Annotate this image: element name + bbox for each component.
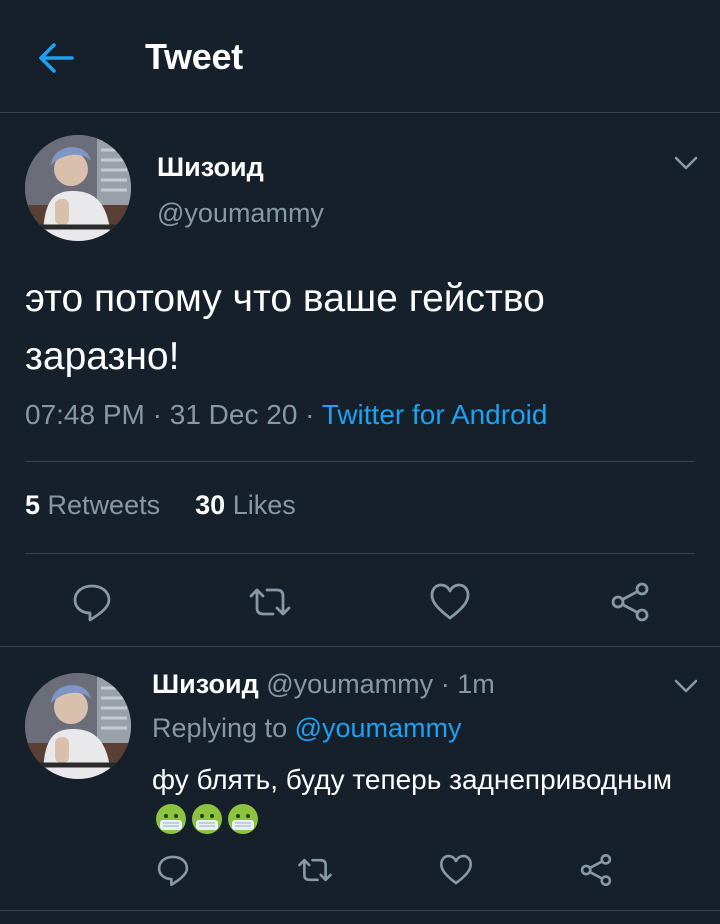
tweet-meta: 07:48 PM · 31 Dec 20 · Twitter for Andro… (25, 399, 547, 431)
divider (25, 553, 695, 554)
chevron-down-icon (674, 679, 698, 693)
section-divider (0, 910, 720, 911)
reply-text-content: фу блять, буду теперь заднеприводным (152, 764, 672, 795)
share-icon (580, 853, 612, 887)
like-button[interactable] (428, 580, 472, 624)
reply-button[interactable] (155, 852, 191, 888)
reply-text: фу блять, буду теперь заднеприводным (152, 760, 672, 840)
share-button[interactable] (608, 580, 652, 624)
tweet-actions (0, 578, 720, 626)
meta-separator: · (440, 669, 450, 699)
tweet-time: 07:48 PM (25, 399, 145, 430)
reply-display-name[interactable]: Шизоид (152, 669, 259, 699)
heart-icon (439, 854, 473, 885)
reply-actions (0, 852, 720, 896)
page-title: Tweet (145, 36, 243, 77)
tweet-text: это потому что ваше гейство заразно! (25, 277, 545, 378)
retweets-stat[interactable]: 5 Retweets (25, 490, 160, 520)
reply-header: Шизоид @youmammy · 1m (152, 669, 495, 700)
arrow-left-icon (39, 43, 74, 73)
heart-icon (430, 583, 470, 620)
reply-handle[interactable]: @youmammy (266, 669, 433, 699)
nauseated-face-icon (190, 802, 224, 836)
avatar-image (25, 673, 131, 779)
author-handle[interactable]: @youmammy (157, 198, 324, 229)
reply-avatar[interactable] (25, 673, 131, 779)
likes-count: 30 (195, 490, 226, 520)
tweet-source-link[interactable]: Twitter for Android (322, 399, 548, 430)
nauseated-face-icon (226, 802, 260, 836)
retweet-icon (298, 858, 332, 882)
share-button[interactable] (578, 852, 614, 888)
likes-stat[interactable]: 30 Likes (195, 490, 296, 520)
back-button[interactable] (36, 40, 76, 76)
retweets-label: Retweets (47, 490, 161, 520)
retweet-button[interactable] (248, 580, 292, 624)
divider (25, 461, 695, 462)
tweet-options-chevron[interactable] (673, 154, 699, 172)
author-display-name[interactable]: Шизоид (157, 152, 264, 183)
chevron-down-icon (674, 156, 698, 170)
avatar-image (25, 135, 131, 241)
retweet-icon (249, 588, 291, 616)
reply-icon (73, 584, 111, 622)
meta-separator: · (152, 399, 170, 430)
avatar[interactable] (25, 135, 131, 241)
reply-button[interactable] (70, 580, 114, 624)
replying-to-handle[interactable]: @youmammy (295, 713, 462, 743)
engagement-stats: 5 Retweets 30 Likes (25, 490, 296, 521)
retweets-count: 5 (25, 490, 41, 520)
replying-to-label: Replying to (152, 713, 288, 743)
reply-icon (157, 855, 189, 887)
reply-age: 1m (457, 669, 495, 699)
likes-label: Likes (232, 490, 296, 520)
top-bar: Tweet (0, 0, 720, 113)
section-divider (0, 646, 720, 647)
reply-options-chevron[interactable] (673, 677, 699, 695)
share-icon (611, 582, 649, 622)
meta-separator: · (305, 399, 322, 430)
retweet-button[interactable] (297, 852, 333, 888)
replying-to: Replying to @youmammy (152, 713, 462, 744)
like-button[interactable] (438, 852, 474, 888)
tweet-date: 31 Dec 20 (169, 399, 298, 430)
nauseated-face-icon (154, 802, 188, 836)
